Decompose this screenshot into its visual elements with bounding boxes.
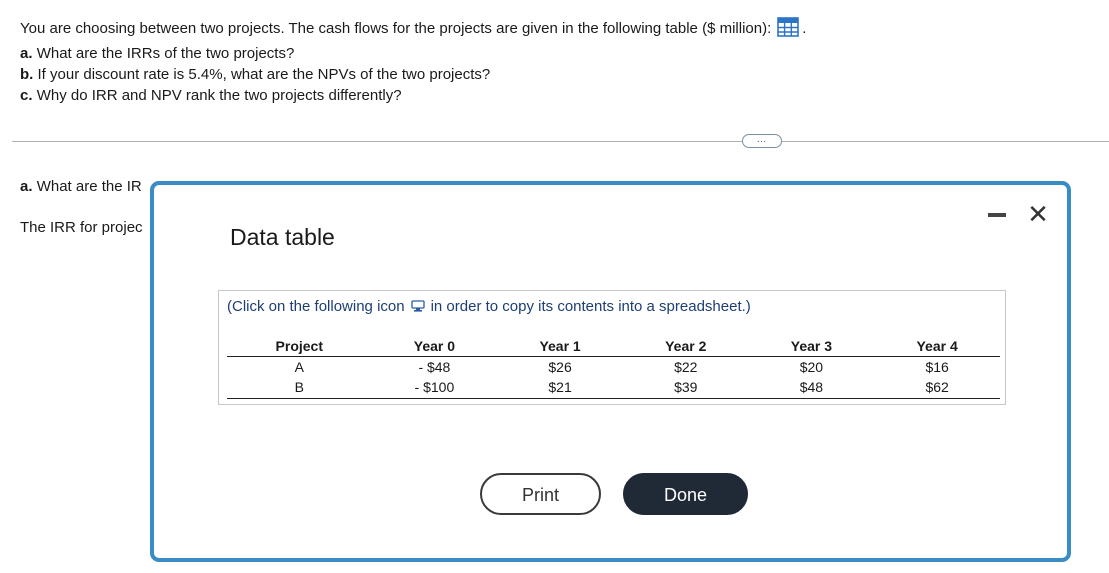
question-part-c-text: Why do IRR and NPV rank the two projects… [36,87,402,104]
cash-flow-table: Project Year 0 Year 1 Year 2 Year 3 Year… [227,336,1000,399]
question-intro-text: You are choosing between two projects. T… [20,20,772,37]
header-year-4: Year 4 [874,336,1000,357]
table-cell: $62 [874,377,1000,399]
table-grid-icon[interactable] [777,17,800,43]
table-cell: A [294,358,304,375]
header-project: Project [227,336,372,357]
table-cell: $22 [674,358,698,375]
answer-irr-text: The IRR for projec [20,219,143,236]
copy-icon[interactable] [410,300,425,317]
done-button[interactable]: Done [623,473,748,515]
question-part-a-label: a. [20,45,33,62]
copy-hint-after: in order to copy its contents into a spr… [430,298,751,315]
table-cell: $20 [799,358,824,375]
table-cell: $26 [548,358,572,375]
header-year-3: Year 3 [748,336,875,357]
data-table-panel: (Click on the following icon in order to … [218,290,1006,405]
print-button[interactable]: Print [480,473,601,515]
header-year-0: Year 0 [371,336,498,357]
table-cell: $48 [748,377,875,399]
table-cell: $16 [925,358,949,375]
section-divider [12,141,1109,142]
copy-hint: (Click on the following icon in order to … [227,298,751,317]
header-year-2: Year 2 [622,336,749,357]
question-part-b-label: b. [20,66,34,83]
answer-part-a-label: a. [20,178,33,195]
question-intro: You are choosing between two projects. T… [20,17,806,43]
question-part-a-text: What are the IRRs of the two projects? [36,45,295,62]
question-part-b: b. If your discount rate is 5.4%, what a… [20,65,490,85]
answer-part-a-text: What are the IR [36,178,142,195]
close-icon[interactable]: ✕ [1026,199,1050,229]
header-year-1: Year 1 [497,336,623,357]
dialog-title: Data table [230,224,335,250]
table-header-row: Project Year 0 Year 1 Year 2 Year 3 Year… [227,336,1000,357]
question-intro-suffix: . [802,20,807,37]
table-row: A - $48 $26 $22 $20 $16 [227,356,1000,377]
copy-hint-before: (Click on the following icon [227,298,405,315]
table-cell: $21 [497,377,623,399]
question-part-a: a. What are the IRRs of the two projects… [20,44,294,64]
table-cell: $39 [622,377,749,399]
question-part-c-label: c. [20,87,33,104]
table-cell: - $100 [371,377,498,399]
table-cell: B [227,377,372,399]
answer-part-a-prompt: a. What are the IR [20,178,142,195]
question-part-c: c. Why do IRR and NPV rank the two proje… [20,86,402,106]
minimize-icon[interactable] [988,213,1006,217]
data-table-dialog: Data table ✕ (Click on the following ico… [150,181,1071,562]
table-row: B - $100 $21 $39 $48 $62 [227,377,1000,399]
table-cell: - $48 [418,358,451,375]
question-part-b-text: If your discount rate is 5.4%, what are … [37,66,491,83]
expand-more-button[interactable]: … [742,134,782,148]
